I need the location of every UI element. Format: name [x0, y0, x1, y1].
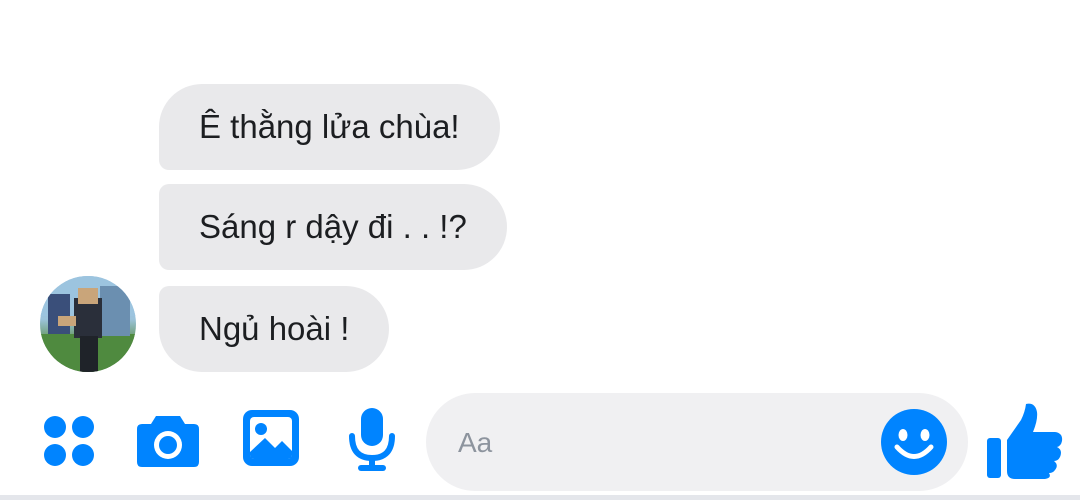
message-text: Sáng r dậy đi . . !?	[199, 208, 467, 245]
apps-icon[interactable]	[40, 412, 98, 470]
message-bubble[interactable]: Ê thằng lửa chùa!	[159, 84, 500, 170]
avatar[interactable]	[40, 276, 136, 372]
message-text: Ngủ hoài !	[199, 310, 350, 347]
message-input[interactable]	[456, 393, 880, 493]
microphone-icon[interactable]	[346, 406, 398, 472]
message-bubble[interactable]: Sáng r dậy đi . . !?	[159, 184, 507, 270]
message-text: Ê thằng lửa chùa!	[199, 108, 460, 145]
message-bubble[interactable]: Ngủ hoài !	[159, 286, 390, 372]
message-thread: Ê thằng lửa chùa! Sáng r dậy đi . . !? N…	[0, 0, 1080, 390]
thumbs-up-icon[interactable]	[985, 400, 1065, 480]
image-icon[interactable]	[241, 408, 301, 468]
message-input-container	[426, 393, 968, 493]
divider	[0, 495, 1080, 500]
camera-icon[interactable]	[136, 410, 200, 470]
composer-bar	[0, 390, 1080, 500]
emoji-icon[interactable]	[880, 408, 948, 476]
